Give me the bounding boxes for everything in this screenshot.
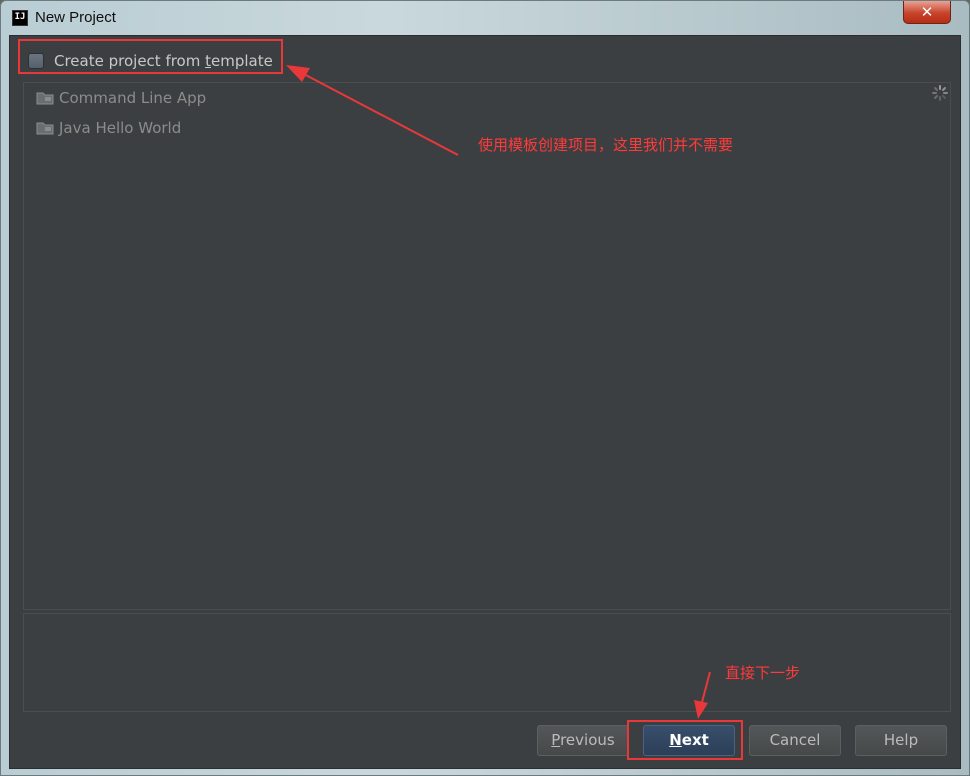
- previous-button[interactable]: Previous: [537, 725, 629, 756]
- template-label: Java Hello World: [59, 119, 182, 137]
- help-button[interactable]: Help: [855, 725, 947, 756]
- loading-spinner-icon: [932, 85, 948, 101]
- title-bar[interactable]: IJ New Project ✕: [1, 1, 969, 35]
- folder-icon: [36, 122, 54, 135]
- template-annotation-note: 使用模板创建项目，这里我们并不需要: [478, 136, 734, 154]
- close-button[interactable]: ✕: [903, 1, 951, 24]
- intellij-app-icon: IJ: [12, 10, 28, 26]
- list-item[interactable]: Java Hello World: [36, 117, 181, 139]
- list-item[interactable]: Command Line App: [36, 87, 206, 109]
- template-description-panel: [23, 613, 951, 712]
- next-button-highlight: [627, 720, 743, 760]
- new-project-dialog: IJ New Project ✕ Create project from tem…: [0, 0, 970, 776]
- template-label: Command Line App: [59, 89, 207, 107]
- close-icon: ✕: [920, 3, 934, 21]
- folder-icon: [36, 92, 54, 105]
- next-annotation-note: 直接下一步: [725, 664, 801, 682]
- cancel-button[interactable]: Cancel: [749, 725, 841, 756]
- window-title: New Project: [35, 9, 116, 26]
- template-list[interactable]: Command Line App Java Hello World: [23, 82, 951, 610]
- template-checkbox-highlight: [18, 39, 283, 74]
